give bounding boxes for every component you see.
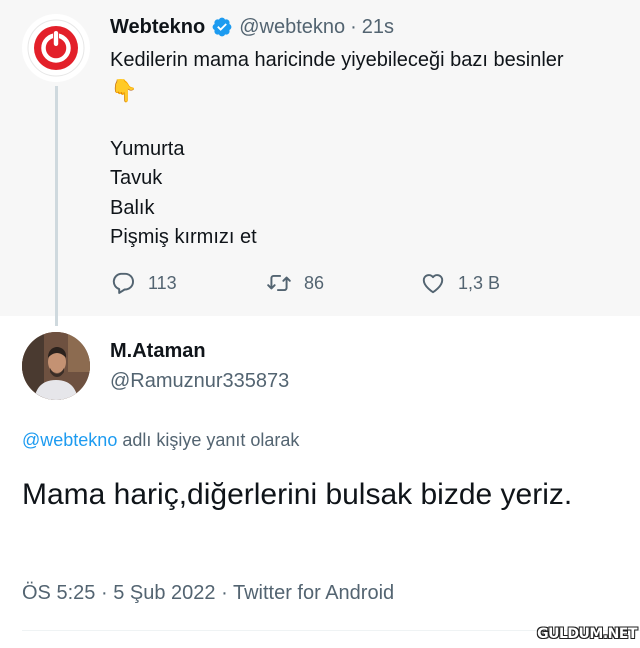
separator: · xyxy=(350,15,357,38)
like-icon xyxy=(422,274,444,294)
tweet-time[interactable]: 21s xyxy=(362,16,394,39)
author-name[interactable]: Webtekno xyxy=(110,16,205,39)
user-photo-icon xyxy=(22,332,90,400)
tweet-actions: 113 86 1,3 B xyxy=(110,270,530,298)
reply-icon xyxy=(112,272,134,294)
reply-author-handle[interactable]: @Ramuznur335873 xyxy=(110,370,289,393)
replying-to: @webtekno adlı kişiye yanıt olarak xyxy=(22,430,299,451)
replying-mention-link[interactable]: @webtekno xyxy=(22,430,117,450)
replying-suffix: adlı kişiye yanıt olarak xyxy=(117,430,300,450)
tweet-time[interactable]: ÖS 5:25 xyxy=(22,582,95,604)
like-button[interactable]: 1,3 B xyxy=(420,270,500,296)
parent-tweet-header: Webtekno @webtekno · 21s xyxy=(110,14,394,40)
like-count: 1,3 B xyxy=(458,272,501,293)
text-line: Yumurta xyxy=(110,137,185,160)
webtekno-logo-icon xyxy=(27,19,85,77)
author-handle[interactable]: @webtekno xyxy=(239,16,345,39)
retweet-icon xyxy=(267,274,291,292)
tweet-source: Twitter for Android xyxy=(232,582,395,604)
reply-author-name[interactable]: M.Ataman xyxy=(110,340,206,363)
reply-button[interactable]: 113 xyxy=(110,270,177,296)
reply-count: 113 xyxy=(148,272,177,293)
text-line: Pişmiş kırmızı et xyxy=(110,226,257,248)
text-line: Tavuk xyxy=(110,167,163,189)
pointing-down-emoji: 👇 xyxy=(110,77,138,103)
tweet-date[interactable]: 5 Şub 2022 xyxy=(113,582,215,604)
parent-tweet-text: Kedilerin mama haricinde yiyebileceği ba… xyxy=(110,46,564,253)
parent-tweet[interactable]: Webtekno @webtekno · 21s Kedilerin mama … xyxy=(0,0,640,326)
webtekno-avatar[interactable] xyxy=(22,14,90,82)
separator: · xyxy=(100,582,108,604)
separator: · xyxy=(221,582,228,604)
thread-line xyxy=(55,86,58,326)
reply-tweet-text: Mama hariç,diğerlerini bulsak bizde yeri… xyxy=(22,478,573,511)
retweet-button[interactable]: 86 xyxy=(266,270,324,296)
watermark-logo: GULDUM.NET xyxy=(537,626,637,642)
retweet-count: 86 xyxy=(304,272,325,293)
text-line: Kedilerin mama haricinde yiyebileceği ba… xyxy=(110,49,564,71)
tweet-metadata: ÖS 5:25 · 5 Şub 2022 · Twitter for Andro… xyxy=(22,582,394,605)
verified-badge-icon xyxy=(211,16,233,38)
user-avatar[interactable] xyxy=(22,332,90,400)
text-line: Balık xyxy=(110,196,155,219)
text-line-blank xyxy=(110,105,564,135)
